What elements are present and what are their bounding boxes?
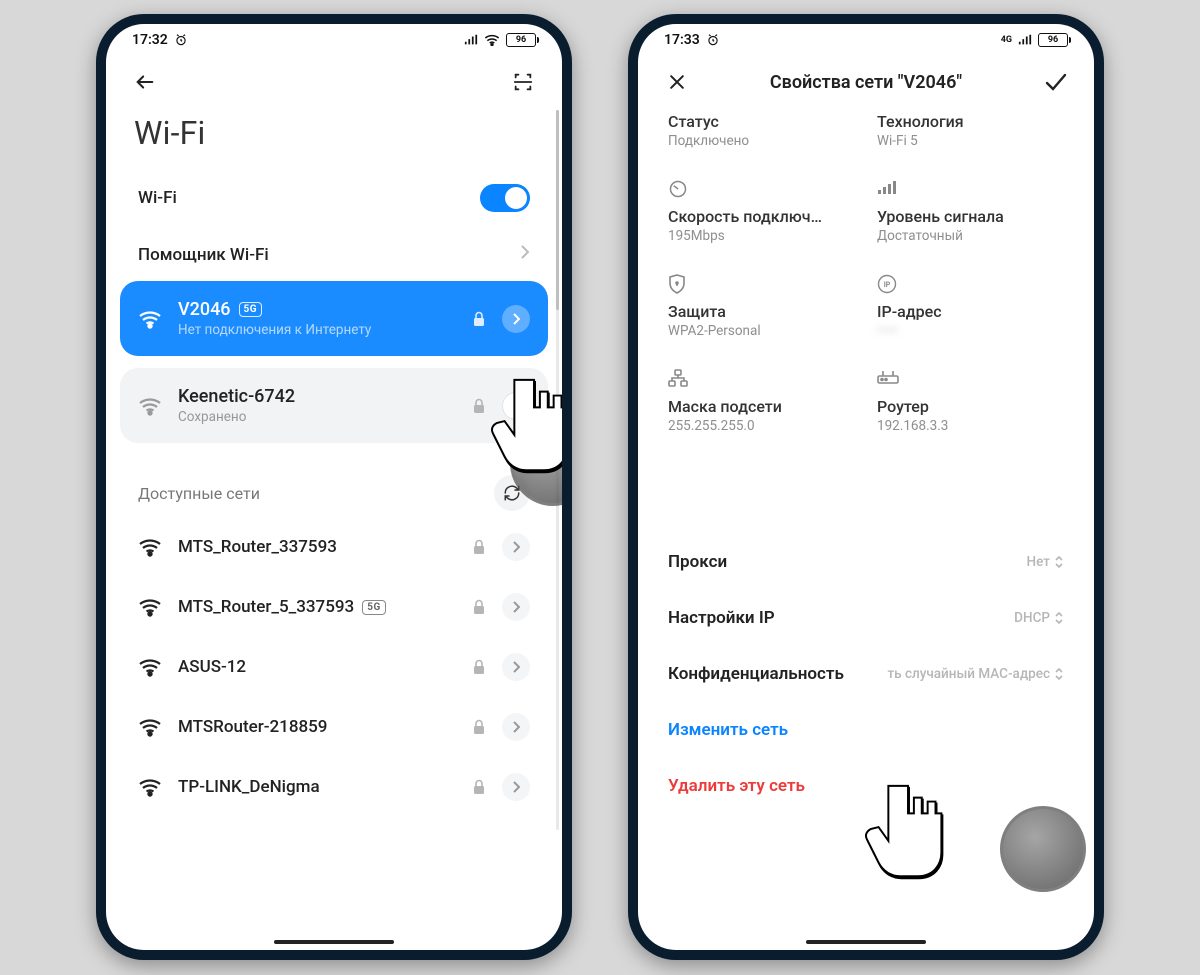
network-details-button[interactable] [502,713,530,741]
network-name: TP-LINK_DeNigma [178,777,320,797]
detail-subnet: Маска подсети 255.255.255.0 [668,369,855,434]
alarm-icon [174,33,188,47]
available-network-row[interactable]: MTSRouter-218859 [120,697,548,757]
ip-icon: IP [877,274,897,294]
ip-settings[interactable]: Настройки IP DHCP [652,590,1080,646]
available-networks-header: Доступные сети [120,455,548,517]
status-bar: 17:32 96 [106,24,562,56]
network-details-button[interactable] [502,305,530,333]
network-details-button[interactable] [502,593,530,621]
wifi-icon [138,777,162,797]
back-button[interactable] [128,65,162,99]
network-name: ASUS-12 [178,657,246,677]
status-time: 17:32 [132,32,168,48]
wifi-assistant-label: Помощник Wi-Fi [138,245,520,265]
app-bar: Свойства сети "V2046" [638,56,1094,108]
watermark-avatar [1000,806,1086,892]
network-type-label: 4G [1001,35,1012,45]
battery-indicator: 96 [1038,33,1068,47]
up-down-icon [1054,555,1064,569]
privacy-label: Конфиденциальность [668,664,844,684]
delete-network-button[interactable]: Удалить эту сеть [652,758,1080,814]
wifi-toggle[interactable] [480,184,530,212]
detail-signal: Уровень сигнала Достаточный [877,179,1064,244]
home-indicator[interactable] [274,940,394,944]
network-details-button[interactable] [502,392,530,420]
battery-indicator: 96 [506,33,536,47]
wifi-toggle-label: Wi-Fi [138,188,480,208]
detail-speed: Скорость подключ… 195Mbps [668,179,855,244]
lock-icon [472,311,486,327]
lock-icon [472,398,486,414]
network-icon [668,369,688,387]
available-network-row[interactable]: ASUS-12 [120,637,548,697]
close-button[interactable] [660,65,694,99]
home-indicator[interactable] [806,940,926,944]
phone-right: 17:33 4G 96 Свойства сети "V2046" Статус [628,14,1104,960]
network-name: MTS_Router_337593 [178,537,337,557]
wifi-toggle-row[interactable]: Wi-Fi [120,168,548,228]
wifi-icon [138,537,162,557]
network-details-button[interactable] [502,533,530,561]
status-bar: 17:33 4G 96 [638,24,1094,56]
lock-icon [472,539,486,555]
wifi-icon [138,396,162,416]
signal-icon [464,34,478,46]
lock-icon [472,779,486,795]
qr-scan-button[interactable] [506,65,540,99]
shield-icon [668,274,686,294]
badge-5g: 5G [362,600,386,615]
gauge-icon [668,179,688,199]
network-details-button[interactable] [502,653,530,681]
lock-icon [472,719,486,735]
wifi-icon [138,309,162,329]
connected-network-card[interactable]: V2046 5G Нет подключения к Интернету [120,281,548,356]
detail-router: Роутер 192.168.3.3 [877,369,1064,434]
signal-icon [1018,34,1032,46]
wifi-icon [138,717,162,737]
connected-network-name: V2046 [178,299,231,320]
app-bar [106,56,562,108]
network-name: MTS_Router_5_337593 [178,597,354,617]
badge-5g: 5G [239,302,263,317]
connected-network-status: Нет подключения к Интернету [178,322,456,338]
lock-icon [472,659,486,675]
available-network-row[interactable]: TP-LINK_DeNigma [120,757,548,817]
page-title: Wi-Fi [106,108,562,168]
proxy-setting[interactable]: Прокси Нет [652,534,1080,590]
ip-settings-label: Настройки IP [668,608,775,628]
detail-status: Статус Подключено [668,112,855,149]
available-networks-label: Доступные сети [138,484,260,503]
detail-security: Защита WPA2-Personal [668,274,855,339]
up-down-icon [1054,667,1064,681]
saved-network-card[interactable]: Keenetic-6742 Сохранено [120,368,548,443]
svg-text:IP: IP [884,281,891,289]
wifi-icon [138,597,162,617]
wifi-assistant-row[interactable]: Помощник Wi-Fi [120,228,548,281]
wifi-icon [138,657,162,677]
saved-network-name: Keenetic-6742 [178,386,295,407]
alarm-icon [706,33,720,47]
router-icon [877,369,899,385]
signal-bars-icon [877,179,897,195]
available-network-row[interactable]: MTS_Router_5_337593 5G [120,577,548,637]
up-down-icon [1054,611,1064,625]
network-name: MTSRouter-218859 [178,717,327,737]
network-details-button[interactable] [502,773,530,801]
proxy-label: Прокси [668,552,727,572]
lock-icon [472,599,486,615]
detail-technology: Технология Wi-Fi 5 [877,112,1064,149]
chevron-right-icon [520,244,530,265]
confirm-button[interactable] [1038,65,1072,99]
available-network-row[interactable]: MTS_Router_337593 [120,517,548,577]
privacy-setting[interactable]: Конфиденциальность ть случайный MAC-адре… [652,646,1080,702]
edit-network-button[interactable]: Изменить сеть [652,702,1080,758]
page-title: Свойства сети "V2046" [694,72,1038,93]
wifi-status-icon [484,34,500,46]
phone-left: 17:32 96 Wi-Fi Wi-Fi [96,14,572,960]
detail-ip: IP IP-адрес —— [877,274,1064,339]
status-time: 17:33 [664,32,700,48]
saved-network-status: Сохранено [178,409,456,425]
